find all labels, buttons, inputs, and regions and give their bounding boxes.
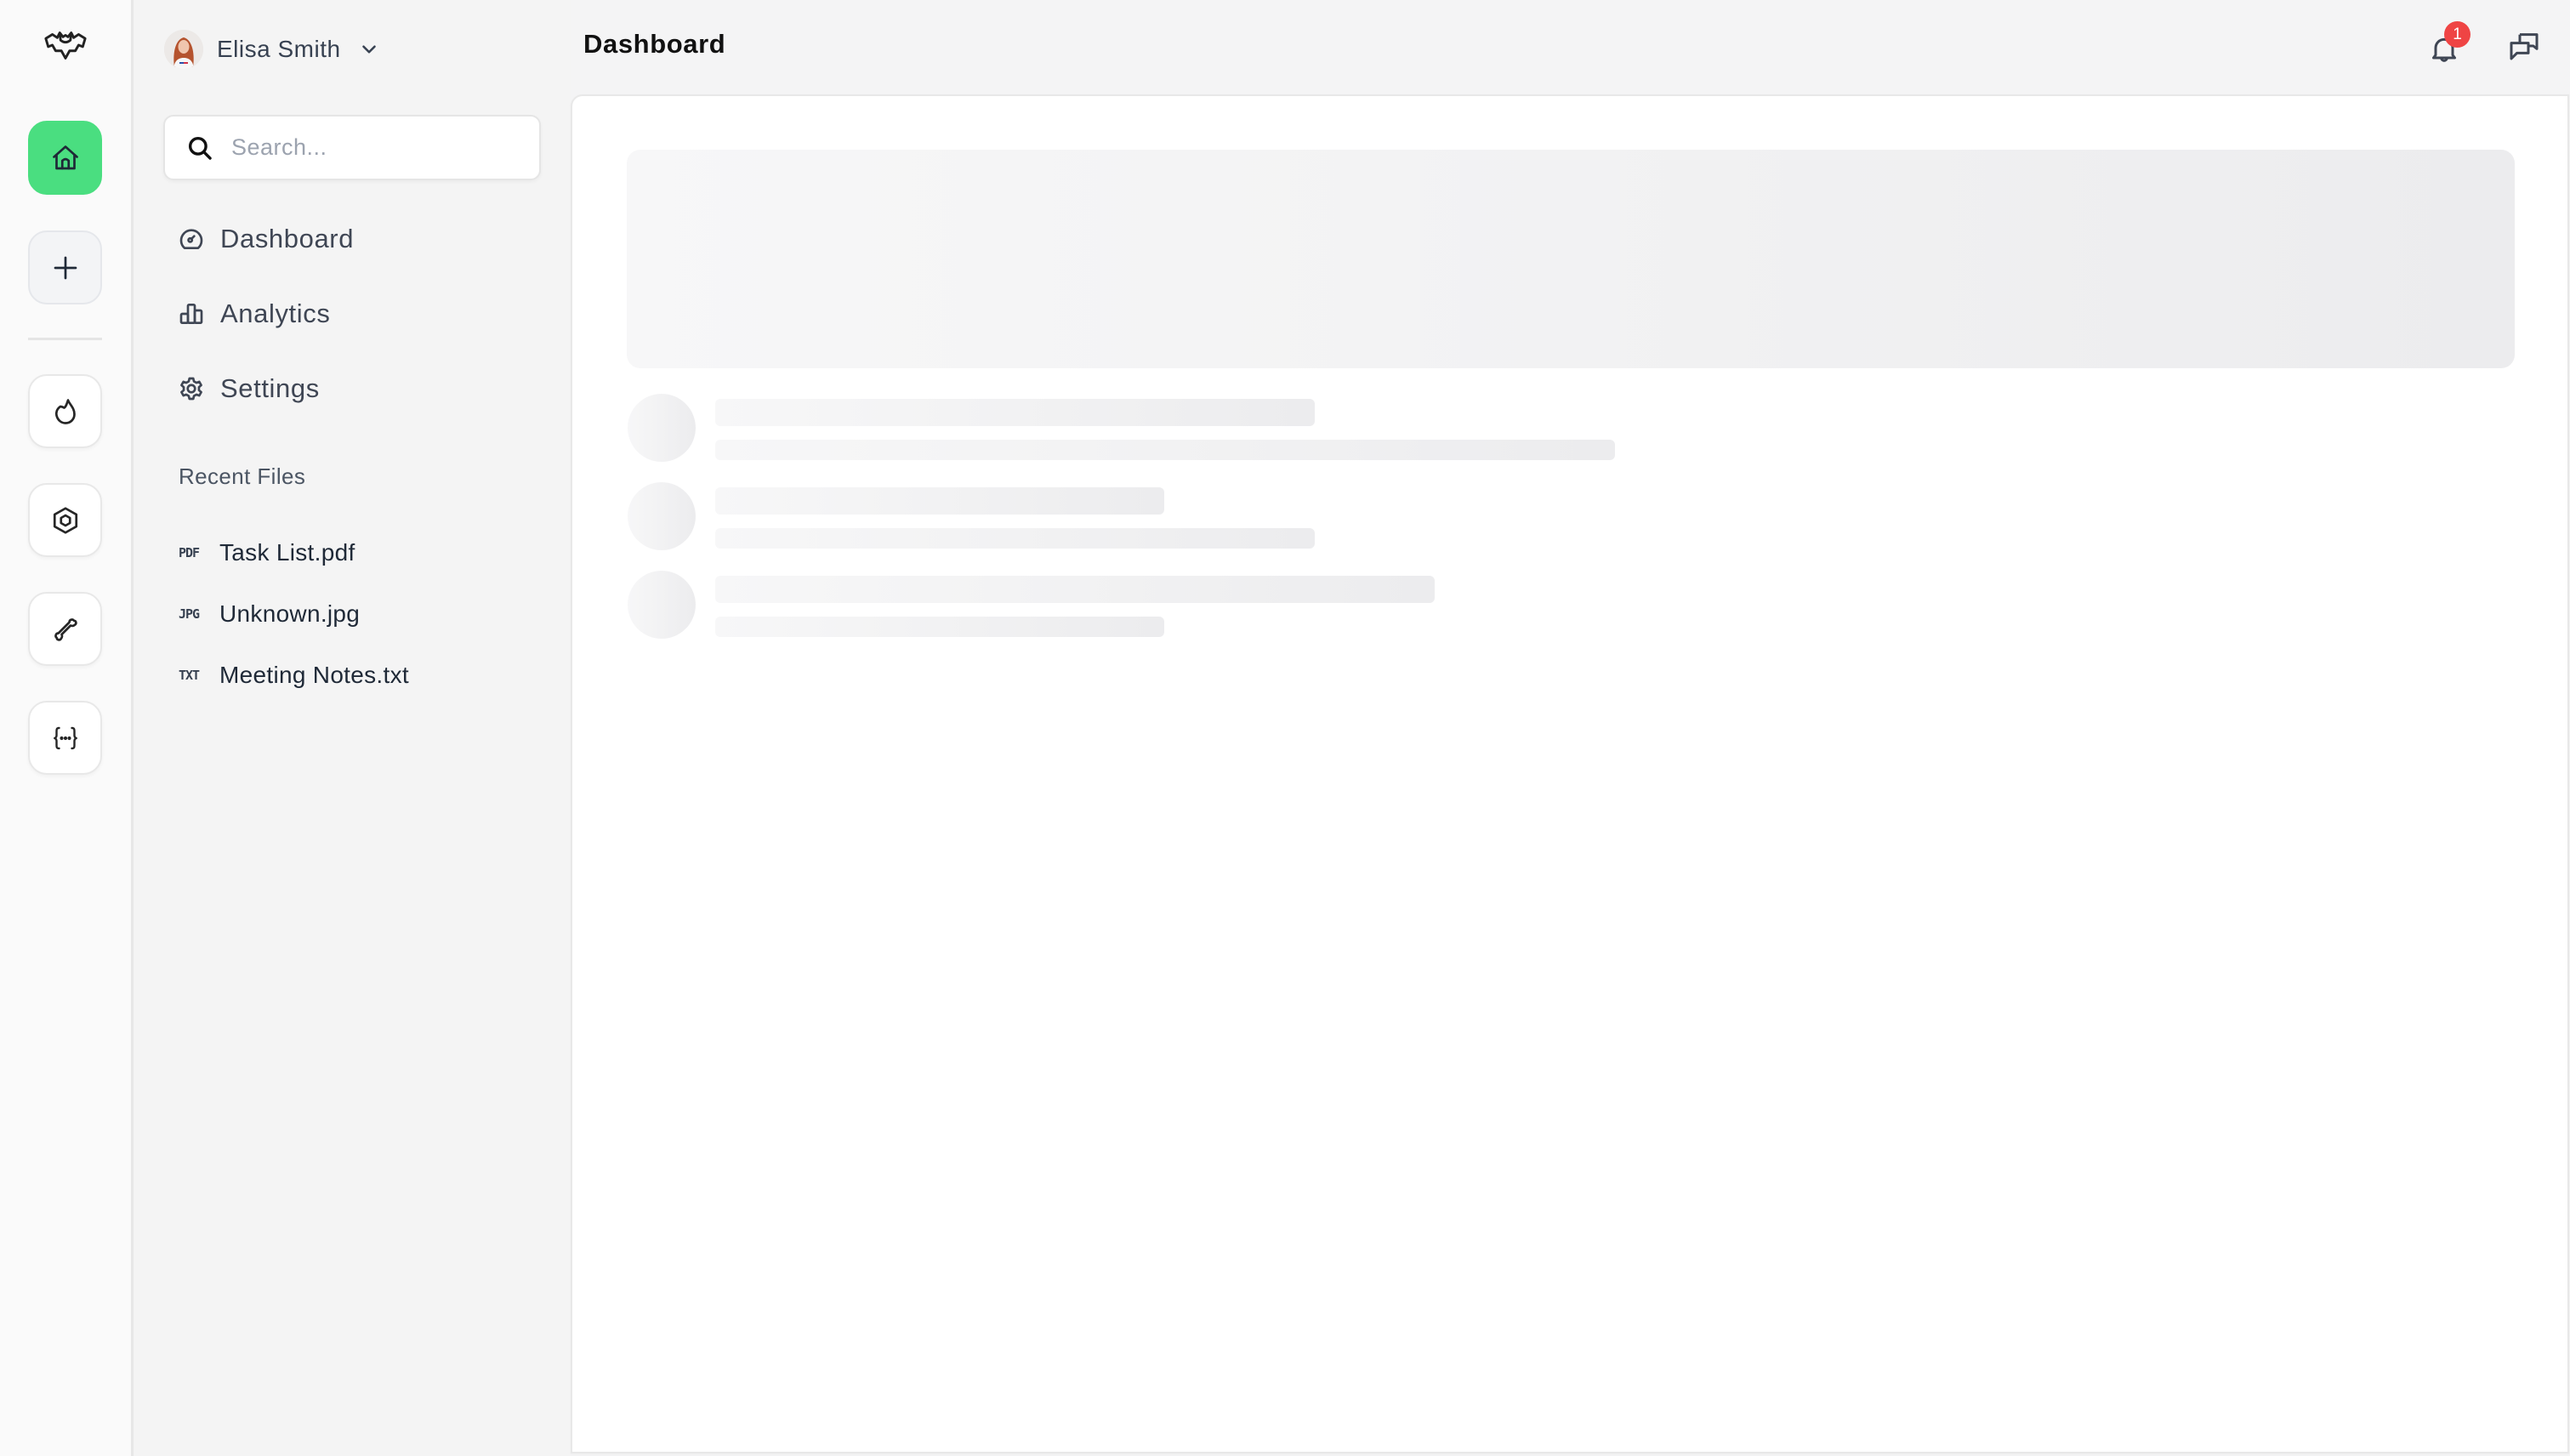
sidebar-item-label: Settings — [220, 373, 320, 403]
user-name: Elisa Smith — [217, 36, 341, 62]
gear-icon — [180, 377, 202, 401]
skeleton-avatar — [628, 571, 696, 639]
code-braces-icon — [53, 726, 77, 749]
jpg-file-icon: JPG — [179, 606, 200, 622]
pdf-file-icon: PDF — [179, 545, 200, 560]
file-name: Task List.pdf — [219, 539, 355, 566]
gauge-icon — [179, 229, 203, 249]
hexagon-nut-icon — [53, 506, 77, 534]
rail-fire-button[interactable] — [28, 374, 102, 448]
chevron-down-icon — [361, 45, 376, 54]
user-menu[interactable]: Elisa Smith — [164, 26, 380, 73]
plus-icon — [54, 256, 77, 279]
skeleton-banner — [627, 150, 2515, 368]
search-icon — [188, 136, 212, 160]
rail-hexagon-button[interactable] — [28, 483, 102, 557]
bat-logo-icon[interactable] — [43, 24, 88, 66]
skeleton-avatar — [628, 394, 696, 462]
avatar — [164, 30, 203, 69]
sidebar-item-dashboard[interactable]: Dashboard — [178, 217, 552, 261]
messages-button[interactable] — [2504, 26, 2544, 66]
page-title: Dashboard — [583, 29, 726, 59]
recent-files-heading: Recent Files — [179, 464, 306, 489]
sidebar-item-settings[interactable]: Settings — [178, 367, 552, 411]
recent-file-item[interactable]: TXT Meeting Notes.txt — [179, 657, 536, 694]
sidebar-item-analytics[interactable]: Analytics — [178, 292, 552, 336]
notification-count-badge: 1 — [2444, 21, 2470, 48]
rail-code-button[interactable] — [28, 701, 102, 775]
recent-file-item[interactable]: JPG Unknown.jpg — [179, 595, 536, 633]
flame-icon — [54, 398, 76, 424]
bar-chart-icon — [179, 304, 203, 324]
txt-file-icon: TXT — [179, 668, 200, 683]
icon-rail — [0, 0, 134, 1456]
skeleton-line — [715, 576, 1435, 603]
sidebar-nav: Dashboard Analytics Settings — [178, 217, 552, 441]
rail-divider — [28, 338, 102, 340]
skeleton-line — [715, 399, 1315, 426]
rail-add-button[interactable] — [28, 230, 102, 304]
home-icon — [52, 145, 78, 169]
recent-files-list: PDF Task List.pdf JPG Unknown.jpg TXT Me… — [179, 534, 536, 718]
skeleton-line — [715, 487, 1164, 515]
chat-bubbles-icon — [2510, 33, 2539, 60]
rail-home-button[interactable] — [28, 121, 102, 195]
bone-icon — [54, 617, 77, 641]
search-input[interactable] — [231, 134, 520, 161]
search-box — [163, 115, 541, 180]
main-content-panel — [571, 94, 2569, 1453]
file-name: Unknown.jpg — [219, 600, 361, 627]
skeleton-avatar — [628, 482, 696, 550]
skeleton-line — [715, 617, 1164, 637]
rail-bone-button[interactable] — [28, 592, 102, 666]
recent-file-item[interactable]: PDF Task List.pdf — [179, 534, 536, 572]
skeleton-line — [715, 440, 1615, 460]
sidebar-item-label: Dashboard — [220, 224, 355, 253]
sidebar: Elisa Smith Dashboard Analytics — [134, 0, 571, 1456]
sidebar-item-label: Analytics — [220, 299, 331, 328]
file-name: Meeting Notes.txt — [219, 662, 409, 688]
skeleton-line — [715, 528, 1315, 549]
